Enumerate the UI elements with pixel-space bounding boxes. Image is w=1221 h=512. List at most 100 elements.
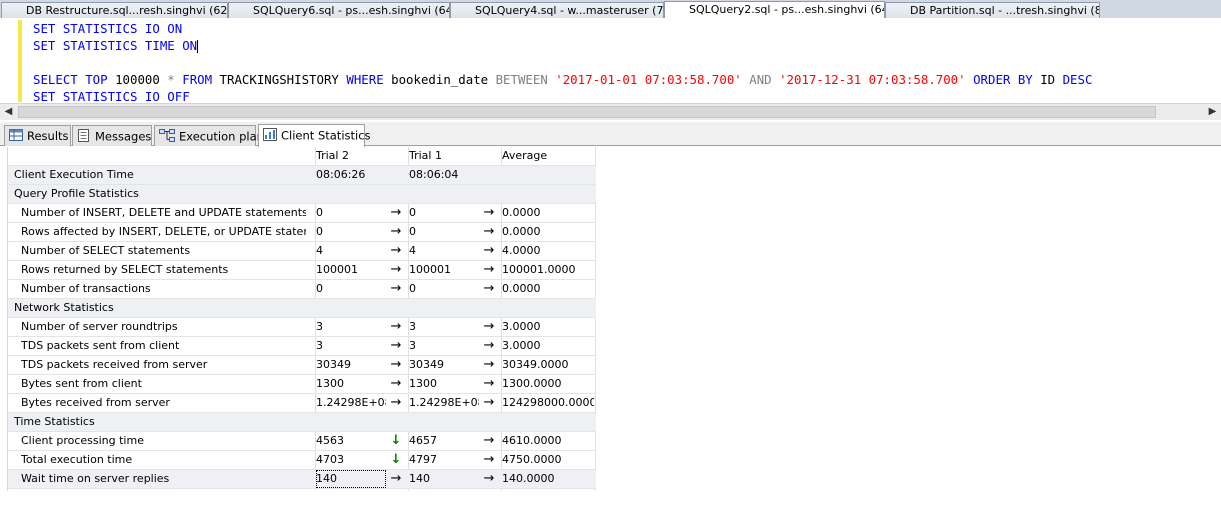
trend-right-arrow-icon: → [483,471,495,486]
sql-keyword: SET STATISTICS IO OFF [33,89,190,103]
tab-messages[interactable]: Messages [72,125,152,146]
table-row[interactable]: Number of server roundtrips 3 → 3 → 3.00… [8,318,596,337]
trend-right-arrow-icon: → [483,262,495,277]
grid-header-row: Trial 2 Trial 1 Average [8,147,596,166]
header-average[interactable]: Average [502,147,594,165]
trend-right-arrow-icon: → [390,471,402,486]
table-row[interactable]: Rows affected by INSERT, DELETE, or UPDA… [8,223,596,242]
stat-label: Rows returned by SELECT statements [21,263,229,276]
sql-string: '2017-12-31 07:03:58.700' [779,72,966,87]
doc-tab-sqlquery4[interactable]: SQLQuery4.sql - w...masteruser (73))* [450,2,664,18]
doc-tab-db-partition[interactable]: DB Partition.sql - ...tresh.singhvi (82)… [885,2,1100,18]
table-row[interactable]: Bytes sent from client 1300 → 1300 → 130… [8,375,596,394]
average-value: 4750.0000 [502,453,562,466]
sql-keyword: SELECT TOP [33,72,108,87]
doc-tab-label: DB Restructure.sql...resh.singhvi (62))* [26,4,228,17]
trial-1-value: 0 [409,225,416,238]
tab-messages-label: Messages [95,129,152,144]
editor-margin [0,18,18,103]
header-trial-2[interactable]: Trial 2 [316,147,386,165]
trend-right-arrow-icon: → [390,319,402,334]
trial-1-value: 140 [409,472,430,485]
trial-2-value: 4703 [316,453,344,466]
code-line-2: SET STATISTICS TIME ON [33,37,199,54]
execution-plan-icon [159,129,175,145]
table-row[interactable]: Client processing time 4563 ↓ 4657 → 461… [8,432,596,451]
stat-label: Rows affected by INSERT, DELETE, or UPDA… [21,225,306,238]
average-value: 100001.0000 [502,263,576,276]
table-row[interactable]: TDS packets sent from client 3 → 3 → 3.0… [8,337,596,356]
doc-tab-sqlquery6[interactable]: SQLQuery6.sql - ps...esh.singhvi (64))* [228,2,450,18]
table-row[interactable]: Rows returned by SELECT statements 10000… [8,261,596,280]
trend-right-arrow-icon: → [483,452,495,467]
client-statistics-grid: Trial 2 Trial 1 Average Client Execution… [7,147,596,491]
table-row[interactable]: Number of INSERT, DELETE and UPDATE stat… [8,204,596,223]
stat-label: Wait time on server replies [21,472,170,485]
sql-keyword: DESC [1062,72,1093,87]
doc-tab-sqlquery2[interactable]: SQLQuery2.sql - ps...esh.singhvi (64))* [664,1,885,19]
stat-label: TDS packets received from server [21,358,208,371]
table-row[interactable]: Client Execution Time 08:06:26 08:06:04 [8,166,596,185]
table-row[interactable]: TDS packets received from server 30349 →… [8,356,596,375]
tab-client-statistics[interactable]: Client Statistics [258,124,371,147]
trend-down-arrow-icon: ↓ [390,452,402,467]
average-value: 3.0000 [502,320,541,333]
trial-1-value: 4657 [409,434,437,447]
trend-right-arrow-icon: → [483,338,495,353]
trend-right-arrow-icon: → [483,395,495,410]
sql-text: TRACKINGSHISTORY [212,72,347,87]
section-heading: Network Statistics [14,301,114,314]
sql-string: '2017-01-01 07:03:58.700' [555,72,742,87]
tab-execution-plan[interactable]: Execution plan [154,125,264,146]
trend-right-arrow-icon: → [483,319,495,334]
trend-right-arrow-icon: → [390,338,402,353]
trial-2-value: 1300 [316,377,344,390]
trial-1-value: 100001 [409,263,451,276]
table-row-section[interactable]: Time Statistics [8,413,596,432]
trend-right-arrow-icon: → [390,224,402,239]
sql-keyword: SET STATISTICS IO ON [33,21,183,36]
trial-2-value: 3 [316,320,323,333]
client-statistics-icon [263,128,277,144]
scroll-left-icon[interactable]: ◀ [0,104,17,120]
scroll-right-icon[interactable]: ▶ [1204,104,1221,120]
table-row-section[interactable]: Network Statistics [8,299,596,318]
trial-2-value-selected-cell[interactable]: 140 [316,470,386,488]
trial-2-value: 0 [316,282,323,295]
header-trial-1[interactable]: Trial 1 [409,147,479,165]
sql-text: 100000 [107,72,168,87]
table-row[interactable]: Number of SELECT statements 4 → 4 → 4.00… [8,242,596,261]
average-value: 4610.0000 [502,434,562,447]
code-line-4: SELECT TOP 100000 * FROM TRACKINGSHISTOR… [33,71,1092,88]
trend-right-arrow-icon: → [483,376,495,391]
tab-results[interactable]: Results [4,125,71,146]
stat-label: Total execution time [21,453,133,466]
trend-down-arrow-icon: ↓ [390,433,402,448]
trial-2-value: 1.24298E+08 [316,396,386,409]
sql-operator: * [167,72,175,87]
average-value: 140.0000 [502,472,555,485]
result-tab-bar: Results Messages Execution plan Client S… [0,122,1221,147]
average-value: 1300.0000 [502,377,562,390]
messages-icon [77,129,91,145]
scrollbar-thumb[interactable] [18,106,1156,118]
table-row[interactable]: Total execution time 4703 ↓ 4797 → 4750.… [8,451,596,470]
editor-horizontal-scrollbar[interactable]: ◀ ▶ [0,103,1221,120]
table-row[interactable]: Bytes received from server 1.24298E+08 →… [8,394,596,413]
stat-label: Bytes sent from client [21,377,142,390]
sql-keyword: ORDER BY [973,72,1033,87]
query-editor[interactable]: SET STATISTICS IO ON SET STATISTICS TIME… [0,18,1221,103]
sql-text: bookedin_date [383,72,496,87]
stat-label: Client Execution Time [14,168,134,181]
doc-tab-label: DB Partition.sql - ...tresh.singhvi (82)… [910,4,1099,17]
table-row-section[interactable]: Query Profile Statistics [8,185,596,204]
table-row-selected[interactable]: Wait time on server replies 140 → 140 → … [8,470,596,489]
change-tracking-bar [18,20,22,102]
average-value: 30349.0000 [502,358,569,371]
tab-execution-plan-label: Execution plan [179,129,264,144]
doc-tab-label: SQLQuery2.sql - ps...esh.singhvi (64))* [689,3,885,16]
doc-tab-db-restructure[interactable]: DB Restructure.sql...resh.singhvi (62))* [1,2,228,18]
table-row[interactable]: Number of transactions 0 → 0 → 0.0000 [8,280,596,299]
trial-1-value: 30349 [409,358,444,371]
